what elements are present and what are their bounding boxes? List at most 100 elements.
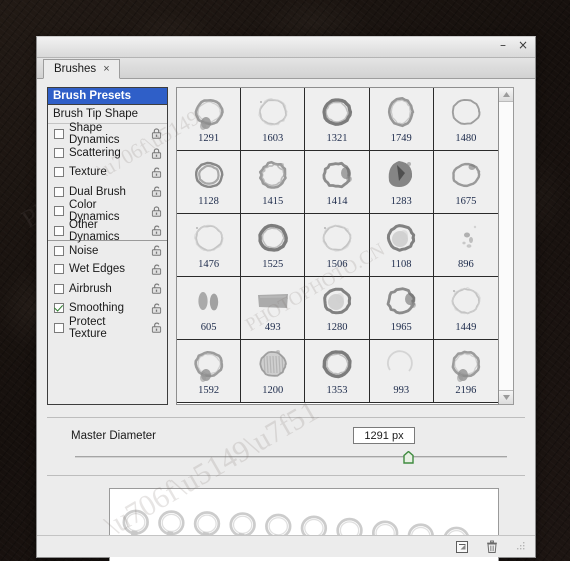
lock-open-icon[interactable] (151, 186, 162, 198)
brush-preset-cell[interactable]: 1200 (241, 340, 306, 403)
lock-open-icon[interactable] (151, 322, 162, 333)
checkbox-other-dynamics[interactable] (54, 225, 64, 236)
lock-open-icon[interactable] (151, 225, 162, 236)
panel-body: Brush Presets Brush Tip Shape Shape Dyna… (37, 79, 535, 405)
brush-preset-cell[interactable]: 493 (241, 277, 306, 340)
brush-preset-cell[interactable]: 1321 (305, 88, 370, 151)
option-label: Airbrush (69, 282, 112, 295)
panel-titlebar[interactable]: – × (37, 37, 535, 58)
sidebar-item-other-dynamics[interactable]: Other Dynamics (48, 219, 167, 243)
brush-preset-grid[interactable]: 1291 1603 1321 1749 1480 1128 1415 1414 1283 1675… (176, 87, 499, 405)
lock-open-icon[interactable] (151, 264, 162, 275)
minimize-icon[interactable]: – (498, 38, 508, 52)
sidebar-item-airbrush[interactable]: Airbrush (48, 279, 167, 298)
new-brush-icon[interactable] (455, 540, 469, 554)
checkbox-color-dynamics[interactable] (54, 206, 64, 217)
brush-thumbnail (451, 287, 481, 315)
brush-preset-cell[interactable]: 1108 (369, 214, 434, 277)
scrollbar-track[interactable] (499, 102, 513, 390)
master-diameter-slider[interactable] (47, 450, 525, 465)
brush-size-label: 1291 (198, 133, 220, 144)
brush-preset-cell[interactable]: 1675 (433, 151, 498, 214)
checkbox-texture[interactable] (54, 167, 64, 178)
sidebar-item-shape-dynamics[interactable]: Shape Dynamics (48, 122, 167, 146)
sidebar-item-texture[interactable]: Texture (48, 163, 167, 182)
checkbox-airbrush[interactable] (54, 283, 64, 294)
checkbox-smoothing[interactable] (54, 303, 64, 314)
lock-closed-icon[interactable] (151, 128, 162, 139)
brush-thumbnail (258, 223, 288, 252)
lock-open-icon[interactable] (151, 245, 162, 256)
brush-grid-scrollbar[interactable] (499, 87, 514, 405)
lock-open-icon[interactable] (151, 283, 162, 295)
checkbox-dual-brush[interactable] (54, 186, 64, 197)
lock-open-icon[interactable] (151, 167, 162, 178)
brush-size-label: 1525 (262, 259, 284, 270)
brush-thumbnail (259, 350, 287, 377)
checkbox-scattering[interactable] (54, 148, 64, 159)
brush-preset-cell[interactable]: 1283 (369, 151, 434, 214)
brush-thumbnail (388, 97, 415, 128)
brush-size-label: 1128 (198, 196, 219, 207)
trash-icon[interactable] (485, 540, 499, 554)
brush-preset-cell[interactable]: 1291 (177, 88, 242, 151)
checkbox-protect-texture[interactable] (54, 322, 64, 333)
slider-track[interactable] (75, 456, 507, 458)
option-label: Texture (69, 166, 107, 179)
brush-thumbnail (197, 292, 218, 311)
tab-close-icon[interactable]: × (103, 63, 109, 75)
sidebar-item-noise[interactable]: Noise (48, 240, 167, 259)
brush-thumbnail (322, 224, 352, 252)
brush-preset-cell[interactable]: 1476 (177, 214, 242, 277)
lock-closed-icon[interactable] (151, 147, 162, 159)
brush-preset-cell[interactable]: 1965 (369, 277, 434, 340)
brush-preset-cell[interactable]: 1128 (177, 151, 242, 214)
brush-preset-cell[interactable]: 1449 (433, 277, 498, 340)
tab-brushes[interactable]: Brushes × (43, 59, 120, 79)
brush-size-label: 1965 (390, 322, 412, 333)
brush-thumbnail (387, 224, 416, 252)
brush-preset-cell[interactable]: 1415 (241, 151, 306, 214)
chevron-up-icon[interactable] (499, 88, 513, 102)
brush-preset-cell[interactable]: 1353 (305, 340, 370, 403)
brush-preset-cell[interactable]: 1525 (241, 214, 306, 277)
lock-open-icon[interactable] (151, 303, 162, 314)
checkbox-shape-dynamics[interactable] (54, 128, 64, 139)
checkbox-noise[interactable] (54, 245, 64, 256)
brush-preset-cell[interactable]: 1749 (369, 88, 434, 151)
brush-preset-cell[interactable]: 1280 (305, 277, 370, 340)
chevron-down-icon[interactable] (499, 390, 513, 404)
sidebar-item-wet-edges[interactable]: Wet Edges (48, 260, 167, 279)
lock-closed-icon[interactable] (151, 206, 162, 217)
brush-preset-cell[interactable]: 896 (433, 214, 498, 277)
sidebar-item-brush-presets[interactable]: Brush Presets (48, 88, 167, 105)
brush-preset-cell[interactable]: 605 (177, 277, 242, 340)
brush-size-label: 1480 (455, 133, 477, 144)
brush-thumbnail (451, 98, 481, 125)
brush-preset-cell[interactable]: 1603 (241, 88, 306, 151)
brush-thumbnail (257, 294, 288, 308)
master-diameter-section: Master Diameter 1291 px (47, 417, 525, 465)
slider-handle[interactable] (403, 450, 414, 464)
master-diameter-label: Master Diameter (71, 429, 156, 442)
brush-preset-cell[interactable]: 1506 (305, 214, 370, 277)
master-diameter-input[interactable]: 1291 px (353, 427, 415, 444)
brush-preset-cell[interactable]: 1592 (177, 340, 242, 403)
close-icon[interactable]: × (516, 38, 530, 52)
brush-options-list: Brush Presets Brush Tip Shape Shape Dyna… (47, 87, 168, 405)
brush-preset-cell[interactable]: 993 (369, 340, 434, 403)
brush-preset-cell[interactable]: 2196 (433, 340, 498, 403)
brush-preset-cell[interactable]: 1414 (305, 151, 370, 214)
sidebar-item-protect-texture[interactable]: Protect Texture (48, 316, 167, 340)
option-label: Smoothing (69, 302, 124, 315)
brush-size-label: 1675 (455, 196, 477, 207)
brush-size-label: 1449 (455, 322, 477, 333)
brush-size-label: 1200 (262, 385, 284, 396)
brush-thumbnail (258, 160, 287, 189)
sidebar-item-scattering[interactable]: Scattering (48, 143, 167, 162)
checkbox-wet-edges[interactable] (54, 264, 64, 275)
option-label: Scattering (69, 147, 121, 160)
brush-preset-cell[interactable]: 1480 (433, 88, 498, 151)
resize-grip-icon[interactable] (517, 542, 526, 551)
brush-thumbnail (323, 287, 352, 315)
